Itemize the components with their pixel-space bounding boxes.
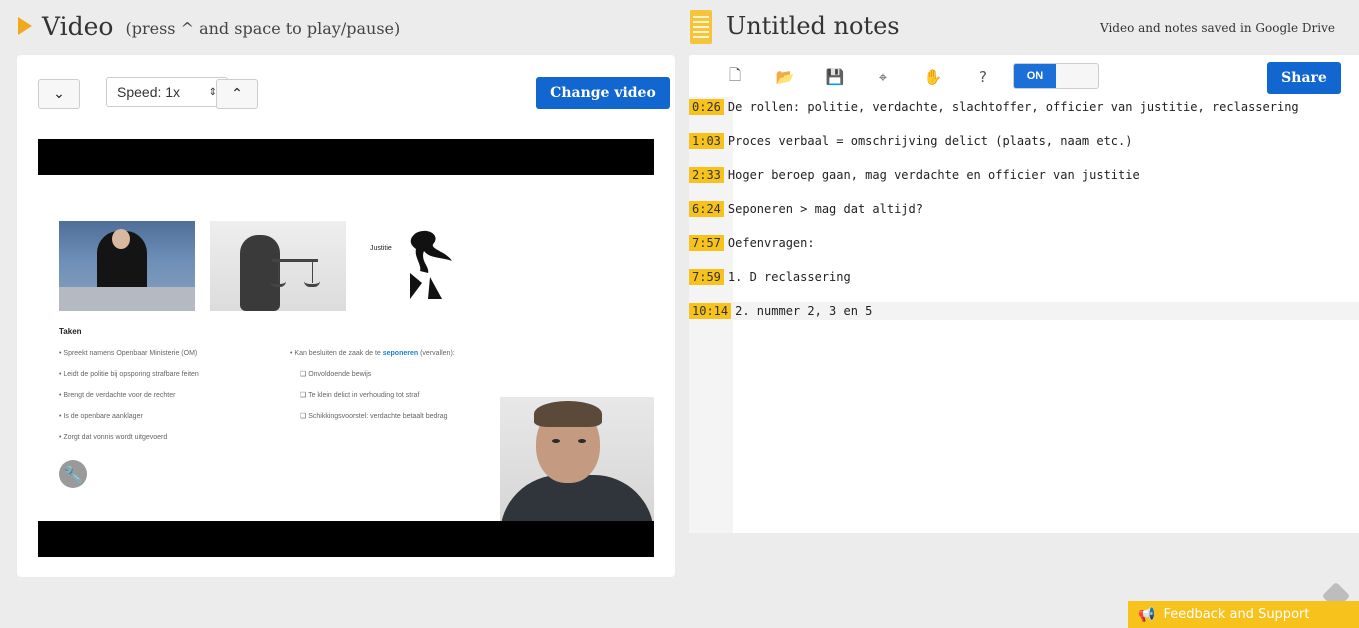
slide-title: Taken <box>59 327 82 336</box>
help-icon[interactable]: ? <box>973 67 993 87</box>
slide-bullet: • Is de openbare aanklager <box>59 413 143 420</box>
note-text: Hoger beroep gaan, mag verdachte en offi… <box>727 168 1140 182</box>
justitie-logo: Justitie <box>358 221 472 311</box>
change-video-button[interactable]: Change video <box>536 77 670 109</box>
video-letterbox-bottom <box>38 521 654 557</box>
slide-bullet: • Zorgt dat vonnis wordt uitgevoerd <box>59 434 168 441</box>
notes-panel: 🗋 📂 💾 ⌖ ✋ ? ON Share 0:26 De rollen: pol… <box>689 55 1359 533</box>
sync-toggle[interactable]: ON <box>1013 63 1099 89</box>
webcam-overlay <box>500 397 654 521</box>
slide-bullet: • Spreekt namens Openbaar Ministerie (OM… <box>59 350 198 357</box>
timestamp-link[interactable]: 1:03 <box>689 133 724 149</box>
prosecutor-photo <box>59 221 195 311</box>
chevron-up-icon: ⌃ <box>231 86 243 102</box>
note-text: Seponeren > mag dat altijd? <box>727 202 923 216</box>
slide-bullet: • Leidt de politie bij opsporing strafba… <box>59 371 199 378</box>
crosshair-icon[interactable]: ⌖ <box>873 67 893 87</box>
feedback-button[interactable]: 📢 Feedback and Support <box>1128 601 1359 628</box>
note-text: 1. D reclassering <box>727 270 851 284</box>
timestamp-link[interactable]: 7:59 <box>689 269 724 285</box>
chevron-down-icon: ⌄ <box>53 86 65 102</box>
note-line[interactable]: 2:33 Hoger beroep gaan, mag verdachte en… <box>689 166 1359 184</box>
timestamp-link[interactable]: 0:26 <box>689 99 724 115</box>
video-frame[interactable]: Justitie Taken • Spreekt namens Openbaar… <box>38 175 654 521</box>
note-line[interactable]: 0:26 De rollen: politie, verdachte, slac… <box>689 98 1359 116</box>
video-title: Video <box>42 11 114 41</box>
speed-select[interactable]: Speed: 1x ⇕ <box>106 77 228 107</box>
timestamp-link[interactable]: 10:14 <box>689 303 732 319</box>
slide-sub-bullet: ❑ Schikkingsvoorstel: verdachte betaalt … <box>300 413 448 420</box>
slide-bullet: • Brengt de verdachte voor de rechter <box>59 392 176 399</box>
speed-down-button[interactable]: ⌄ <box>38 79 80 109</box>
save-icon[interactable]: 💾 <box>825 67 845 87</box>
video-letterbox-top <box>38 139 654 175</box>
note-line-active[interactable]: 10:14 2. nummer 2, 3 en 5 <box>689 302 1359 320</box>
slide-bullet: • Kan besluiten de zaak de te seponeren … <box>290 343 455 364</box>
video-hint: (press ^ and space to play/pause) <box>125 18 401 38</box>
toggle-on-label: ON <box>1014 64 1056 88</box>
notes-logo-icon <box>690 10 712 44</box>
slide-sub-bullet: ❑ Te klein delict in verhouding tot stra… <box>300 392 420 399</box>
slide-left-bullets: • Spreekt namens Openbaar Ministerie (OM… <box>59 343 199 448</box>
megaphone-icon: 📢 <box>1138 606 1156 623</box>
notes-title[interactable]: Untitled notes <box>726 12 900 40</box>
note-line[interactable]: 6:24 Seponeren > mag dat altijd? <box>689 200 1359 218</box>
play-icon[interactable] <box>18 17 32 35</box>
share-button[interactable]: Share <box>1267 62 1341 94</box>
note-line[interactable]: 7:59 1. D reclassering <box>689 268 1359 286</box>
timestamp-link[interactable]: 6:24 <box>689 201 724 217</box>
slide-bullet-highlight: seponeren <box>382 350 419 357</box>
slide-bullet-prefix: • Kan besluiten de zaak de te <box>290 350 383 357</box>
speed-select-value: Speed: 1x <box>117 84 181 100</box>
hand-icon[interactable]: ✋ <box>923 67 943 87</box>
timestamp-link[interactable]: 7:57 <box>689 235 724 251</box>
open-folder-icon[interactable]: 📂 <box>775 67 795 87</box>
feedback-label: Feedback and Support <box>1163 607 1310 622</box>
wrench-icon: 🔧 <box>59 460 87 488</box>
note-text: Proces verbaal = omschrijving delict (pl… <box>727 134 1133 148</box>
video-header: Video (press ^ and space to play/pause) <box>18 8 400 44</box>
timestamp-link[interactable]: 2:33 <box>689 167 724 183</box>
lady-justice-photo <box>210 221 346 311</box>
slide-bullet-suffix: (vervallen): <box>418 350 455 357</box>
slide-right-bullets: • Kan besluiten de zaak de te seponeren … <box>290 343 455 427</box>
note-text: 2. nummer 2, 3 en 5 <box>735 304 873 318</box>
speed-up-button[interactable]: ⌃ <box>216 79 258 109</box>
saved-status: Video and notes saved in Google Drive <box>1100 21 1335 35</box>
note-line[interactable]: 1:03 Proces verbaal = omschrijving delic… <box>689 132 1359 150</box>
new-file-icon[interactable]: 🗋 <box>725 66 745 87</box>
note-line[interactable]: 7:57 Oefenvragen: <box>689 234 1359 252</box>
video-panel: ⌄ Speed: 1x ⇕ ⌃ Change video Justitie Ta… <box>17 55 675 577</box>
note-text: Oefenvragen: <box>727 236 815 250</box>
note-text: De rollen: politie, verdachte, slachtoff… <box>727 100 1299 114</box>
slide-sub-bullet: ❑ Onvoldoende bewijs <box>300 371 372 378</box>
